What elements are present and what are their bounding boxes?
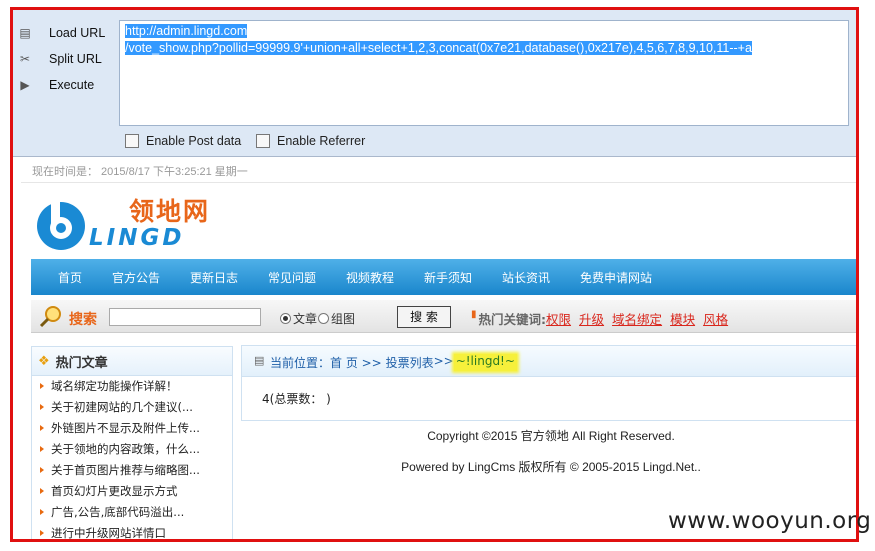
breadcrumb-bar: ▤ 当前位置：首 页 >> 投票列表 >> ~!lingd!~ xyxy=(241,345,856,377)
nav-item-apply[interactable]: 免费申请网站 xyxy=(580,269,652,286)
nav-item-announcements[interactable]: 官方公告 xyxy=(112,269,160,286)
execute-button[interactable]: ▶ Execute xyxy=(17,74,94,96)
nav-item-news[interactable]: 站长资讯 xyxy=(502,269,550,286)
search-bar: 搜索 文章 组图 搜 索 ▮ 热门关键词: 权限 升级 域名绑定 模块 风格 xyxy=(31,300,856,333)
play-icon: ▶ xyxy=(20,78,30,92)
hot-keyword-link[interactable]: 模块 xyxy=(670,309,695,328)
list-item-label: 域名绑定功能操作详解！ xyxy=(51,379,178,393)
enable-referrer-checkbox[interactable]: Enable Referrer xyxy=(256,134,365,148)
hot-icon: ▮ xyxy=(471,309,477,320)
hot-keyword-link[interactable]: 风格 xyxy=(703,309,728,328)
header-divider xyxy=(21,182,856,183)
breadcrumb-separator: >> xyxy=(433,354,454,368)
vote-content: 4(总票数： ) xyxy=(241,376,856,421)
main-nav: 首页 官方公告 更新日志 常见问题 视频教程 新手须知 站长资讯 免费申请网站 xyxy=(31,259,856,295)
url-textarea[interactable]: http://admin.lingd.com /vote_show.php?po… xyxy=(119,20,849,126)
current-datetime: 现在时间是： 2015/8/17 下午3:25:21 星期一 xyxy=(32,166,248,178)
url-line-2: /vote_show.php?pollid=99999.9'+union+all… xyxy=(125,41,752,55)
list-item[interactable]: 广告,公告,底部代码溢出... xyxy=(32,502,232,523)
load-url-icon: ▤ xyxy=(19,26,31,40)
list-item[interactable]: 关于初建网站的几个建议(... xyxy=(32,397,232,418)
list-item-label: 进行中升级网站详情口 xyxy=(51,526,166,540)
logo-english-text: LINGD xyxy=(89,225,185,251)
list-item[interactable]: 进行中升级网站详情口 xyxy=(32,523,232,540)
vote-count: 4(总票数： ) xyxy=(262,392,331,406)
list-item-label: 首页幻灯片更改显示方式 xyxy=(51,484,178,498)
footer-copyright: Copyright ©2015 官方领地 All Right Reserved. xyxy=(427,429,675,443)
checkbox-box xyxy=(256,134,270,148)
enable-post-label: Enable Post data xyxy=(146,134,242,148)
hot-keyword-link[interactable]: 域名绑定 xyxy=(612,309,662,328)
scissors-icon: ✂ xyxy=(19,52,31,66)
sidebar-title: 热门文章 xyxy=(55,355,108,371)
radio-article[interactable]: 文章 xyxy=(280,310,317,327)
radio-gallery[interactable]: 组图 xyxy=(318,310,355,327)
list-item[interactable]: 关于领地的内容政策，什么... xyxy=(32,439,232,460)
nav-item-newbie[interactable]: 新手须知 xyxy=(424,269,472,286)
list-item[interactable]: 域名绑定功能操作详解！ xyxy=(32,376,232,397)
search-label: 搜索 xyxy=(69,312,97,328)
breadcrumb-prefix: 当前位置：首 页 >> xyxy=(270,356,386,370)
radio-gallery-label: 组图 xyxy=(331,312,356,326)
url-line-1: http://admin.lingd.com xyxy=(125,24,248,38)
star-icon: ❖ xyxy=(38,353,50,369)
document-icon: ▤ xyxy=(254,354,265,367)
search-icon xyxy=(39,306,61,328)
list-item[interactable]: 关于首页图片推荐与缩略图... xyxy=(32,460,232,481)
load-url-button[interactable]: ▤ Load URL xyxy=(17,22,105,44)
breadcrumb-link[interactable]: 投票列表 xyxy=(386,354,434,371)
site-logo[interactable]: 领地网 LINGD xyxy=(35,192,225,254)
radio-article-label: 文章 xyxy=(293,312,318,326)
sidebar-header: ❖ 热门文章 xyxy=(32,347,232,376)
hackbar-panel: ▤ Load URL ✂ Split URL ▶ Execute http://… xyxy=(13,10,856,157)
hot-keyword-link[interactable]: 升级 xyxy=(579,309,604,328)
list-item-label: 关于领地的内容政策，什么... xyxy=(51,442,200,456)
nav-item-changelog[interactable]: 更新日志 xyxy=(190,269,238,286)
breadcrumb: 当前位置：首 页 >> 投票列表 >> ~!lingd!~ xyxy=(270,354,517,371)
checkbox-box xyxy=(125,134,139,148)
split-url-button[interactable]: ✂ Split URL xyxy=(17,48,102,70)
load-url-label: Load URL xyxy=(49,26,106,40)
enable-post-checkbox[interactable]: Enable Post data xyxy=(125,134,241,148)
hot-keyword-link[interactable]: 权限 xyxy=(546,309,571,328)
hot-keywords-label: 热门关键词: xyxy=(478,312,547,327)
nav-item-videos[interactable]: 视频教程 xyxy=(346,269,394,286)
radio-dot xyxy=(318,313,329,324)
footer-powered-by: Powered by LingCms 版权所有 © 2005-2015 Ling… xyxy=(401,460,701,474)
logo-chinese-text: 领地网 xyxy=(129,197,211,226)
radio-dot xyxy=(280,313,291,324)
list-item-label: 关于初建网站的几个建议(... xyxy=(51,400,193,414)
enable-referrer-label: Enable Referrer xyxy=(277,134,366,148)
list-item-label: 外链图片不显示及附件上传... xyxy=(51,421,200,435)
search-button[interactable]: 搜 索 xyxy=(397,306,451,328)
execute-label: Execute xyxy=(49,78,95,92)
nav-item-faq[interactable]: 常见问题 xyxy=(268,269,316,286)
search-input[interactable] xyxy=(109,308,261,326)
hot-keywords: ▮ 热门关键词: 权限 升级 域名绑定 模块 风格 xyxy=(471,309,728,328)
list-item-label: 关于首页图片推荐与缩略图... xyxy=(51,463,200,477)
split-url-label: Split URL xyxy=(49,52,102,66)
list-item-label: 广告,公告,底部代码溢出... xyxy=(51,505,185,519)
nav-item-home[interactable]: 首页 xyxy=(58,269,82,286)
injected-database-name: ~!lingd!~ xyxy=(453,354,517,371)
browser-frame: ▤ Load URL ✂ Split URL ▶ Execute http://… xyxy=(10,7,859,542)
watermark: www.wooyun.org xyxy=(668,508,872,534)
list-item[interactable]: 首页幻灯片更改显示方式 xyxy=(32,481,232,502)
list-item[interactable]: 外链图片不显示及附件上传... xyxy=(32,418,232,439)
hot-articles-sidebar: ❖ 热门文章 域名绑定功能操作详解！ 关于初建网站的几个建议(... 外链图片不… xyxy=(31,346,233,540)
